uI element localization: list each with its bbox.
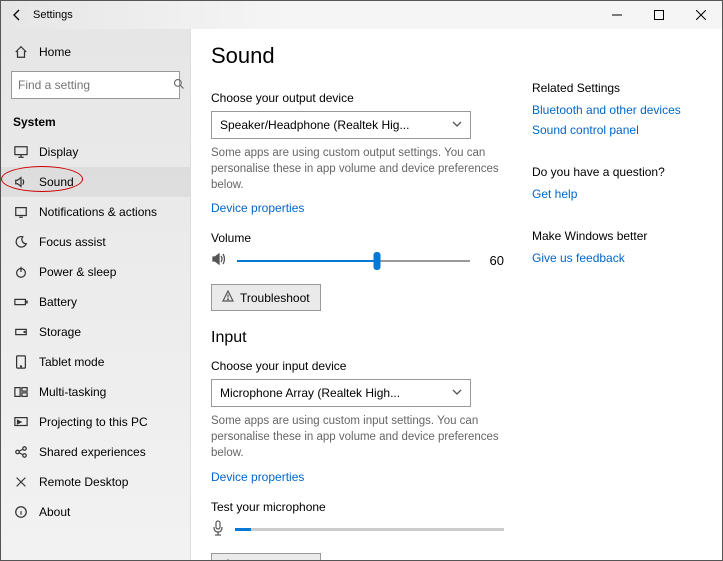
input-heading: Input xyxy=(211,329,504,347)
sidebar-item-label: Display xyxy=(39,145,78,159)
power-icon xyxy=(13,264,29,280)
remote-icon xyxy=(13,474,29,490)
sidebar-item-label: Tablet mode xyxy=(39,355,104,369)
minimize-button[interactable] xyxy=(596,1,638,29)
moon-icon xyxy=(13,234,29,250)
chevron-down-icon xyxy=(452,386,462,400)
nav-home[interactable]: Home xyxy=(1,37,190,67)
sidebar-item-label: Power & sleep xyxy=(39,265,116,279)
sidebar: Home System Display Sound Notifications & … xyxy=(1,29,191,560)
multi-icon xyxy=(13,384,29,400)
search-box[interactable] xyxy=(11,71,180,99)
sidebar-item-label: Sound xyxy=(39,175,74,189)
sidebar-item-remote-desktop[interactable]: Remote Desktop xyxy=(1,467,190,497)
output-device-value: Speaker/Headphone (Realtek Hig... xyxy=(220,118,409,132)
input-device-value: Microphone Array (Realtek High... xyxy=(220,386,400,400)
sidebar-item-focus-assist[interactable]: Focus assist xyxy=(1,227,190,257)
sidebar-item-notifications-actions[interactable]: Notifications & actions xyxy=(1,197,190,227)
sidebar-item-power-sleep[interactable]: Power & sleep xyxy=(1,257,190,287)
warning-icon xyxy=(222,559,234,560)
back-button[interactable] xyxy=(1,8,33,22)
link-give-feedback[interactable]: Give us feedback xyxy=(532,251,702,265)
sound-icon xyxy=(13,174,29,190)
link-bluetooth[interactable]: Bluetooth and other devices xyxy=(532,103,702,117)
input-device-properties-link[interactable]: Device properties xyxy=(211,470,304,484)
search-icon xyxy=(173,78,185,93)
sidebar-item-label: Focus assist xyxy=(39,235,106,249)
output-device-label: Choose your output device xyxy=(211,91,504,105)
titlebar: Settings xyxy=(1,1,722,29)
sidebar-item-multi-tasking[interactable]: Multi-tasking xyxy=(1,377,190,407)
sidebar-item-label: Notifications & actions xyxy=(39,205,157,219)
sidebar-item-label: About xyxy=(39,505,70,519)
sidebar-item-battery[interactable]: Battery xyxy=(1,287,190,317)
volume-slider[interactable] xyxy=(237,260,470,262)
sidebar-item-projecting-to-this-pc[interactable]: Projecting to this PC xyxy=(1,407,190,437)
sidebar-item-label: Shared experiences xyxy=(39,445,146,459)
sidebar-item-label: Multi-tasking xyxy=(39,385,106,399)
volume-value: 60 xyxy=(480,253,504,268)
sidebar-item-label: Projecting to this PC xyxy=(39,415,148,429)
tablet-icon xyxy=(13,354,29,370)
sidebar-section: System xyxy=(1,109,190,137)
about-icon xyxy=(13,504,29,520)
output-troubleshoot-button[interactable]: Troubleshoot xyxy=(211,284,321,311)
input-device-select[interactable]: Microphone Array (Realtek High... xyxy=(211,379,471,407)
related-panel: Related Settings Bluetooth and other dev… xyxy=(532,43,702,548)
sidebar-item-tablet-mode[interactable]: Tablet mode xyxy=(1,347,190,377)
display-icon xyxy=(13,144,29,160)
page-title: Sound xyxy=(211,43,504,69)
share-icon xyxy=(13,444,29,460)
battery-icon xyxy=(13,294,29,310)
sidebar-item-display[interactable]: Display xyxy=(1,137,190,167)
input-troubleshoot-button[interactable]: Troubleshoot xyxy=(211,553,321,560)
input-device-label: Choose your input device xyxy=(211,359,504,373)
link-get-help[interactable]: Get help xyxy=(532,187,702,201)
output-hint: Some apps are using custom output settin… xyxy=(211,145,504,193)
nav-home-label: Home xyxy=(39,45,71,59)
search-input[interactable] xyxy=(18,78,173,92)
window-title: Settings xyxy=(33,9,73,21)
mic-test-label: Test your microphone xyxy=(211,500,504,514)
storage-icon xyxy=(13,324,29,340)
output-device-select[interactable]: Speaker/Headphone (Realtek Hig... xyxy=(211,111,471,139)
warning-icon xyxy=(222,290,234,305)
home-icon xyxy=(13,44,29,60)
chevron-down-icon xyxy=(452,118,462,132)
volume-icon xyxy=(211,251,227,270)
sidebar-item-label: Battery xyxy=(39,295,77,309)
sidebar-item-sound[interactable]: Sound xyxy=(1,167,190,197)
project-icon xyxy=(13,414,29,430)
input-hint: Some apps are using custom input setting… xyxy=(211,413,504,461)
related-heading: Related Settings xyxy=(532,81,702,95)
notify-icon xyxy=(13,204,29,220)
close-button[interactable] xyxy=(680,1,722,29)
volume-label: Volume xyxy=(211,231,504,245)
question-heading: Do you have a question? xyxy=(532,165,702,179)
sidebar-item-about[interactable]: About xyxy=(1,497,190,527)
mic-level-bar xyxy=(235,528,504,531)
sidebar-item-label: Remote Desktop xyxy=(39,475,128,489)
sidebar-item-shared-experiences[interactable]: Shared experiences xyxy=(1,437,190,467)
link-sound-control-panel[interactable]: Sound control panel xyxy=(532,123,702,137)
feedback-heading: Make Windows better xyxy=(532,229,702,243)
sidebar-item-storage[interactable]: Storage xyxy=(1,317,190,347)
maximize-button[interactable] xyxy=(638,1,680,29)
content: Sound Choose your output device Speaker/… xyxy=(211,43,504,548)
microphone-icon xyxy=(211,520,225,539)
sidebar-item-label: Storage xyxy=(39,325,81,339)
output-device-properties-link[interactable]: Device properties xyxy=(211,201,304,215)
